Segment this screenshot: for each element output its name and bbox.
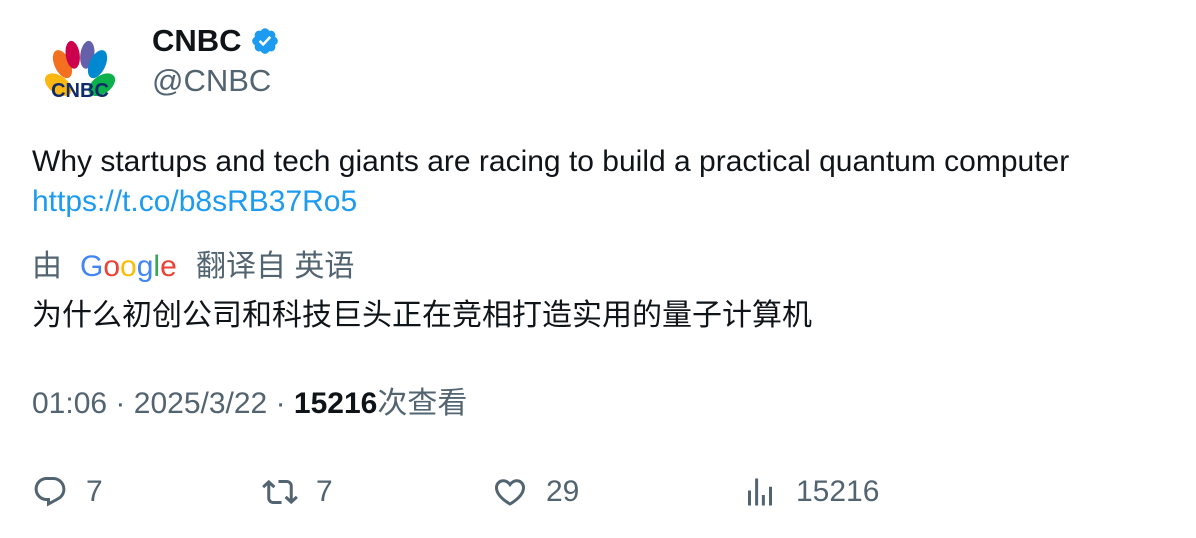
views-action-count: 15216 — [796, 475, 880, 508]
reply-button[interactable]: 7 — [32, 470, 103, 514]
action-bar: 7 7 29 15216 — [32, 470, 1172, 514]
retweet-count: 7 — [316, 475, 333, 508]
google-logo-icon[interactable]: Google — [80, 250, 178, 284]
reply-count: 7 — [86, 475, 103, 508]
tweet-time[interactable]: 01:06 — [32, 387, 107, 420]
retweet-button[interactable]: 7 — [262, 470, 333, 514]
tweet-body: Why startups and tech giants are racing … — [32, 145, 1070, 178]
author-name-row[interactable]: CNBC — [152, 22, 280, 60]
translation-attribution: 由 Google 翻译自 英语 — [32, 246, 354, 288]
verified-badge-icon — [251, 28, 278, 54]
meta-separator: · — [275, 387, 286, 420]
author-handle[interactable]: @CNBC — [152, 62, 271, 100]
views-label: 次查看 — [377, 387, 468, 420]
svg-text:Google: Google — [80, 250, 177, 283]
views-button[interactable]: 15216 — [742, 470, 879, 514]
heart-icon — [494, 479, 526, 506]
author-display-name[interactable]: CNBC — [152, 22, 242, 60]
like-button[interactable]: 29 — [492, 470, 579, 514]
tweet-meta: 01:06 · 2025/3/22 · 15216次查看 — [32, 384, 467, 424]
like-count: 29 — [546, 475, 580, 508]
tweet-link[interactable]: https://t.co/b8sRB37Ro5 — [32, 182, 1172, 222]
tweet-text: Why startups and tech giants are racing … — [32, 142, 1172, 222]
tweet-date[interactable]: 2025/3/22 — [134, 387, 267, 420]
reply-icon — [34, 477, 66, 507]
logo-text: CNBC — [51, 80, 109, 102]
cnbc-peacock-logo-icon: CNBC — [44, 40, 116, 102]
translation-prefix: 由 — [32, 250, 62, 283]
translation-suffix: 翻译自 英语 — [196, 250, 355, 283]
translated-text: 为什么初创公司和科技巨头正在竞相打造实用的量子计算机 — [32, 299, 812, 332]
analytics-bar-icon — [748, 478, 772, 506]
meta-separator: · — [115, 387, 126, 420]
views-count: 15216 — [293, 387, 378, 420]
avatar[interactable]: CNBC — [32, 28, 128, 124]
retweet-icon — [262, 479, 298, 505]
